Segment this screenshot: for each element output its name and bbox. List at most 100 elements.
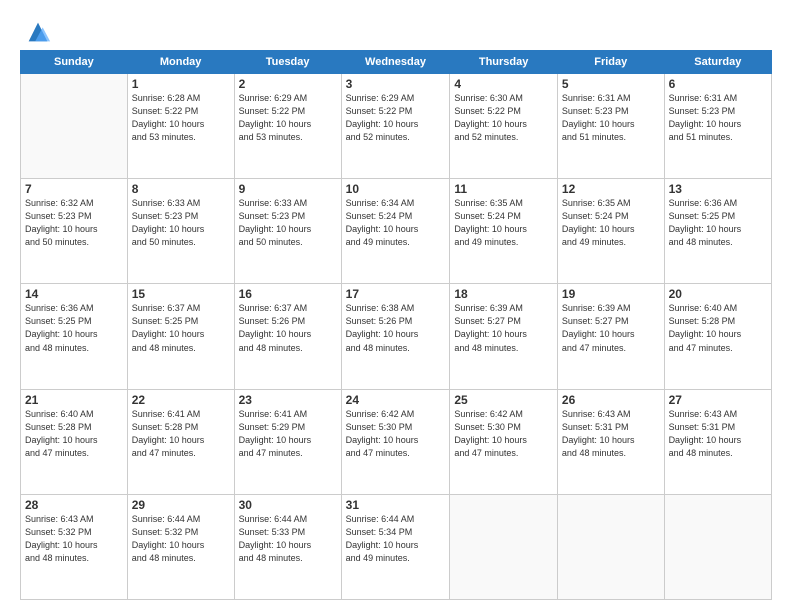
day-number: 7: [25, 182, 123, 196]
calendar-cell: 8Sunrise: 6:33 AMSunset: 5:23 PMDaylight…: [127, 179, 234, 284]
logo-icon: [24, 18, 52, 46]
day-info: Sunrise: 6:43 AMSunset: 5:32 PMDaylight:…: [25, 513, 123, 565]
calendar-cell: 5Sunrise: 6:31 AMSunset: 5:23 PMDaylight…: [557, 74, 664, 179]
day-number: 16: [239, 287, 337, 301]
day-header-sunday: Sunday: [21, 51, 128, 74]
day-number: 2: [239, 77, 337, 91]
calendar-cell: 12Sunrise: 6:35 AMSunset: 5:24 PMDayligh…: [557, 179, 664, 284]
week-row-1: 7Sunrise: 6:32 AMSunset: 5:23 PMDaylight…: [21, 179, 772, 284]
day-info: Sunrise: 6:40 AMSunset: 5:28 PMDaylight:…: [25, 408, 123, 460]
day-info: Sunrise: 6:35 AMSunset: 5:24 PMDaylight:…: [454, 197, 553, 249]
logo: [20, 18, 52, 46]
calendar-cell: 2Sunrise: 6:29 AMSunset: 5:22 PMDaylight…: [234, 74, 341, 179]
calendar-cell: 23Sunrise: 6:41 AMSunset: 5:29 PMDayligh…: [234, 389, 341, 494]
day-info: Sunrise: 6:31 AMSunset: 5:23 PMDaylight:…: [669, 92, 767, 144]
header-row: SundayMondayTuesdayWednesdayThursdayFrid…: [21, 51, 772, 74]
day-number: 31: [346, 498, 446, 512]
day-number: 25: [454, 393, 553, 407]
day-number: 28: [25, 498, 123, 512]
day-info: Sunrise: 6:29 AMSunset: 5:22 PMDaylight:…: [239, 92, 337, 144]
day-number: 30: [239, 498, 337, 512]
calendar-cell: 3Sunrise: 6:29 AMSunset: 5:22 PMDaylight…: [341, 74, 450, 179]
header: [20, 18, 772, 46]
day-info: Sunrise: 6:44 AMSunset: 5:33 PMDaylight:…: [239, 513, 337, 565]
day-number: 27: [669, 393, 767, 407]
calendar-cell: 24Sunrise: 6:42 AMSunset: 5:30 PMDayligh…: [341, 389, 450, 494]
day-number: 18: [454, 287, 553, 301]
day-info: Sunrise: 6:36 AMSunset: 5:25 PMDaylight:…: [669, 197, 767, 249]
calendar-cell: 1Sunrise: 6:28 AMSunset: 5:22 PMDaylight…: [127, 74, 234, 179]
day-info: Sunrise: 6:34 AMSunset: 5:24 PMDaylight:…: [346, 197, 446, 249]
day-number: 8: [132, 182, 230, 196]
week-row-0: 1Sunrise: 6:28 AMSunset: 5:22 PMDaylight…: [21, 74, 772, 179]
calendar-cell: 13Sunrise: 6:36 AMSunset: 5:25 PMDayligh…: [664, 179, 771, 284]
day-number: 24: [346, 393, 446, 407]
day-number: 6: [669, 77, 767, 91]
calendar-cell: 7Sunrise: 6:32 AMSunset: 5:23 PMDaylight…: [21, 179, 128, 284]
day-header-friday: Friday: [557, 51, 664, 74]
week-row-2: 14Sunrise: 6:36 AMSunset: 5:25 PMDayligh…: [21, 284, 772, 389]
day-info: Sunrise: 6:39 AMSunset: 5:27 PMDaylight:…: [562, 302, 660, 354]
calendar-table: SundayMondayTuesdayWednesdayThursdayFrid…: [20, 50, 772, 600]
day-info: Sunrise: 6:33 AMSunset: 5:23 PMDaylight:…: [239, 197, 337, 249]
day-info: Sunrise: 6:40 AMSunset: 5:28 PMDaylight:…: [669, 302, 767, 354]
calendar-cell: 20Sunrise: 6:40 AMSunset: 5:28 PMDayligh…: [664, 284, 771, 389]
calendar-cell: [557, 494, 664, 599]
calendar-cell: 14Sunrise: 6:36 AMSunset: 5:25 PMDayligh…: [21, 284, 128, 389]
calendar-cell: 30Sunrise: 6:44 AMSunset: 5:33 PMDayligh…: [234, 494, 341, 599]
day-header-thursday: Thursday: [450, 51, 558, 74]
calendar-cell: 11Sunrise: 6:35 AMSunset: 5:24 PMDayligh…: [450, 179, 558, 284]
calendar-cell: 4Sunrise: 6:30 AMSunset: 5:22 PMDaylight…: [450, 74, 558, 179]
day-number: 5: [562, 77, 660, 91]
day-info: Sunrise: 6:41 AMSunset: 5:29 PMDaylight:…: [239, 408, 337, 460]
day-number: 12: [562, 182, 660, 196]
day-info: Sunrise: 6:37 AMSunset: 5:25 PMDaylight:…: [132, 302, 230, 354]
day-info: Sunrise: 6:42 AMSunset: 5:30 PMDaylight:…: [454, 408, 553, 460]
day-number: 17: [346, 287, 446, 301]
day-info: Sunrise: 6:32 AMSunset: 5:23 PMDaylight:…: [25, 197, 123, 249]
day-info: Sunrise: 6:30 AMSunset: 5:22 PMDaylight:…: [454, 92, 553, 144]
day-info: Sunrise: 6:36 AMSunset: 5:25 PMDaylight:…: [25, 302, 123, 354]
day-number: 9: [239, 182, 337, 196]
day-info: Sunrise: 6:39 AMSunset: 5:27 PMDaylight:…: [454, 302, 553, 354]
calendar-cell: 26Sunrise: 6:43 AMSunset: 5:31 PMDayligh…: [557, 389, 664, 494]
day-info: Sunrise: 6:28 AMSunset: 5:22 PMDaylight:…: [132, 92, 230, 144]
day-info: Sunrise: 6:33 AMSunset: 5:23 PMDaylight:…: [132, 197, 230, 249]
calendar-cell: 17Sunrise: 6:38 AMSunset: 5:26 PMDayligh…: [341, 284, 450, 389]
calendar-cell: 19Sunrise: 6:39 AMSunset: 5:27 PMDayligh…: [557, 284, 664, 389]
day-info: Sunrise: 6:31 AMSunset: 5:23 PMDaylight:…: [562, 92, 660, 144]
day-number: 14: [25, 287, 123, 301]
calendar-cell: [450, 494, 558, 599]
calendar-cell: 29Sunrise: 6:44 AMSunset: 5:32 PMDayligh…: [127, 494, 234, 599]
calendar-cell: 21Sunrise: 6:40 AMSunset: 5:28 PMDayligh…: [21, 389, 128, 494]
day-info: Sunrise: 6:44 AMSunset: 5:34 PMDaylight:…: [346, 513, 446, 565]
day-number: 22: [132, 393, 230, 407]
day-number: 15: [132, 287, 230, 301]
calendar-cell: 6Sunrise: 6:31 AMSunset: 5:23 PMDaylight…: [664, 74, 771, 179]
day-number: 20: [669, 287, 767, 301]
day-number: 1: [132, 77, 230, 91]
day-number: 29: [132, 498, 230, 512]
day-number: 19: [562, 287, 660, 301]
day-info: Sunrise: 6:43 AMSunset: 5:31 PMDaylight:…: [669, 408, 767, 460]
day-number: 26: [562, 393, 660, 407]
day-header-saturday: Saturday: [664, 51, 771, 74]
day-info: Sunrise: 6:43 AMSunset: 5:31 PMDaylight:…: [562, 408, 660, 460]
day-number: 21: [25, 393, 123, 407]
day-info: Sunrise: 6:35 AMSunset: 5:24 PMDaylight:…: [562, 197, 660, 249]
day-number: 4: [454, 77, 553, 91]
day-number: 13: [669, 182, 767, 196]
calendar-cell: 9Sunrise: 6:33 AMSunset: 5:23 PMDaylight…: [234, 179, 341, 284]
day-number: 23: [239, 393, 337, 407]
calendar-cell: 10Sunrise: 6:34 AMSunset: 5:24 PMDayligh…: [341, 179, 450, 284]
day-header-monday: Monday: [127, 51, 234, 74]
page: SundayMondayTuesdayWednesdayThursdayFrid…: [0, 0, 792, 612]
week-row-4: 28Sunrise: 6:43 AMSunset: 5:32 PMDayligh…: [21, 494, 772, 599]
day-number: 11: [454, 182, 553, 196]
day-info: Sunrise: 6:38 AMSunset: 5:26 PMDaylight:…: [346, 302, 446, 354]
day-header-wednesday: Wednesday: [341, 51, 450, 74]
day-info: Sunrise: 6:42 AMSunset: 5:30 PMDaylight:…: [346, 408, 446, 460]
calendar-cell: 15Sunrise: 6:37 AMSunset: 5:25 PMDayligh…: [127, 284, 234, 389]
calendar-cell: 25Sunrise: 6:42 AMSunset: 5:30 PMDayligh…: [450, 389, 558, 494]
calendar-body: 1Sunrise: 6:28 AMSunset: 5:22 PMDaylight…: [21, 74, 772, 600]
